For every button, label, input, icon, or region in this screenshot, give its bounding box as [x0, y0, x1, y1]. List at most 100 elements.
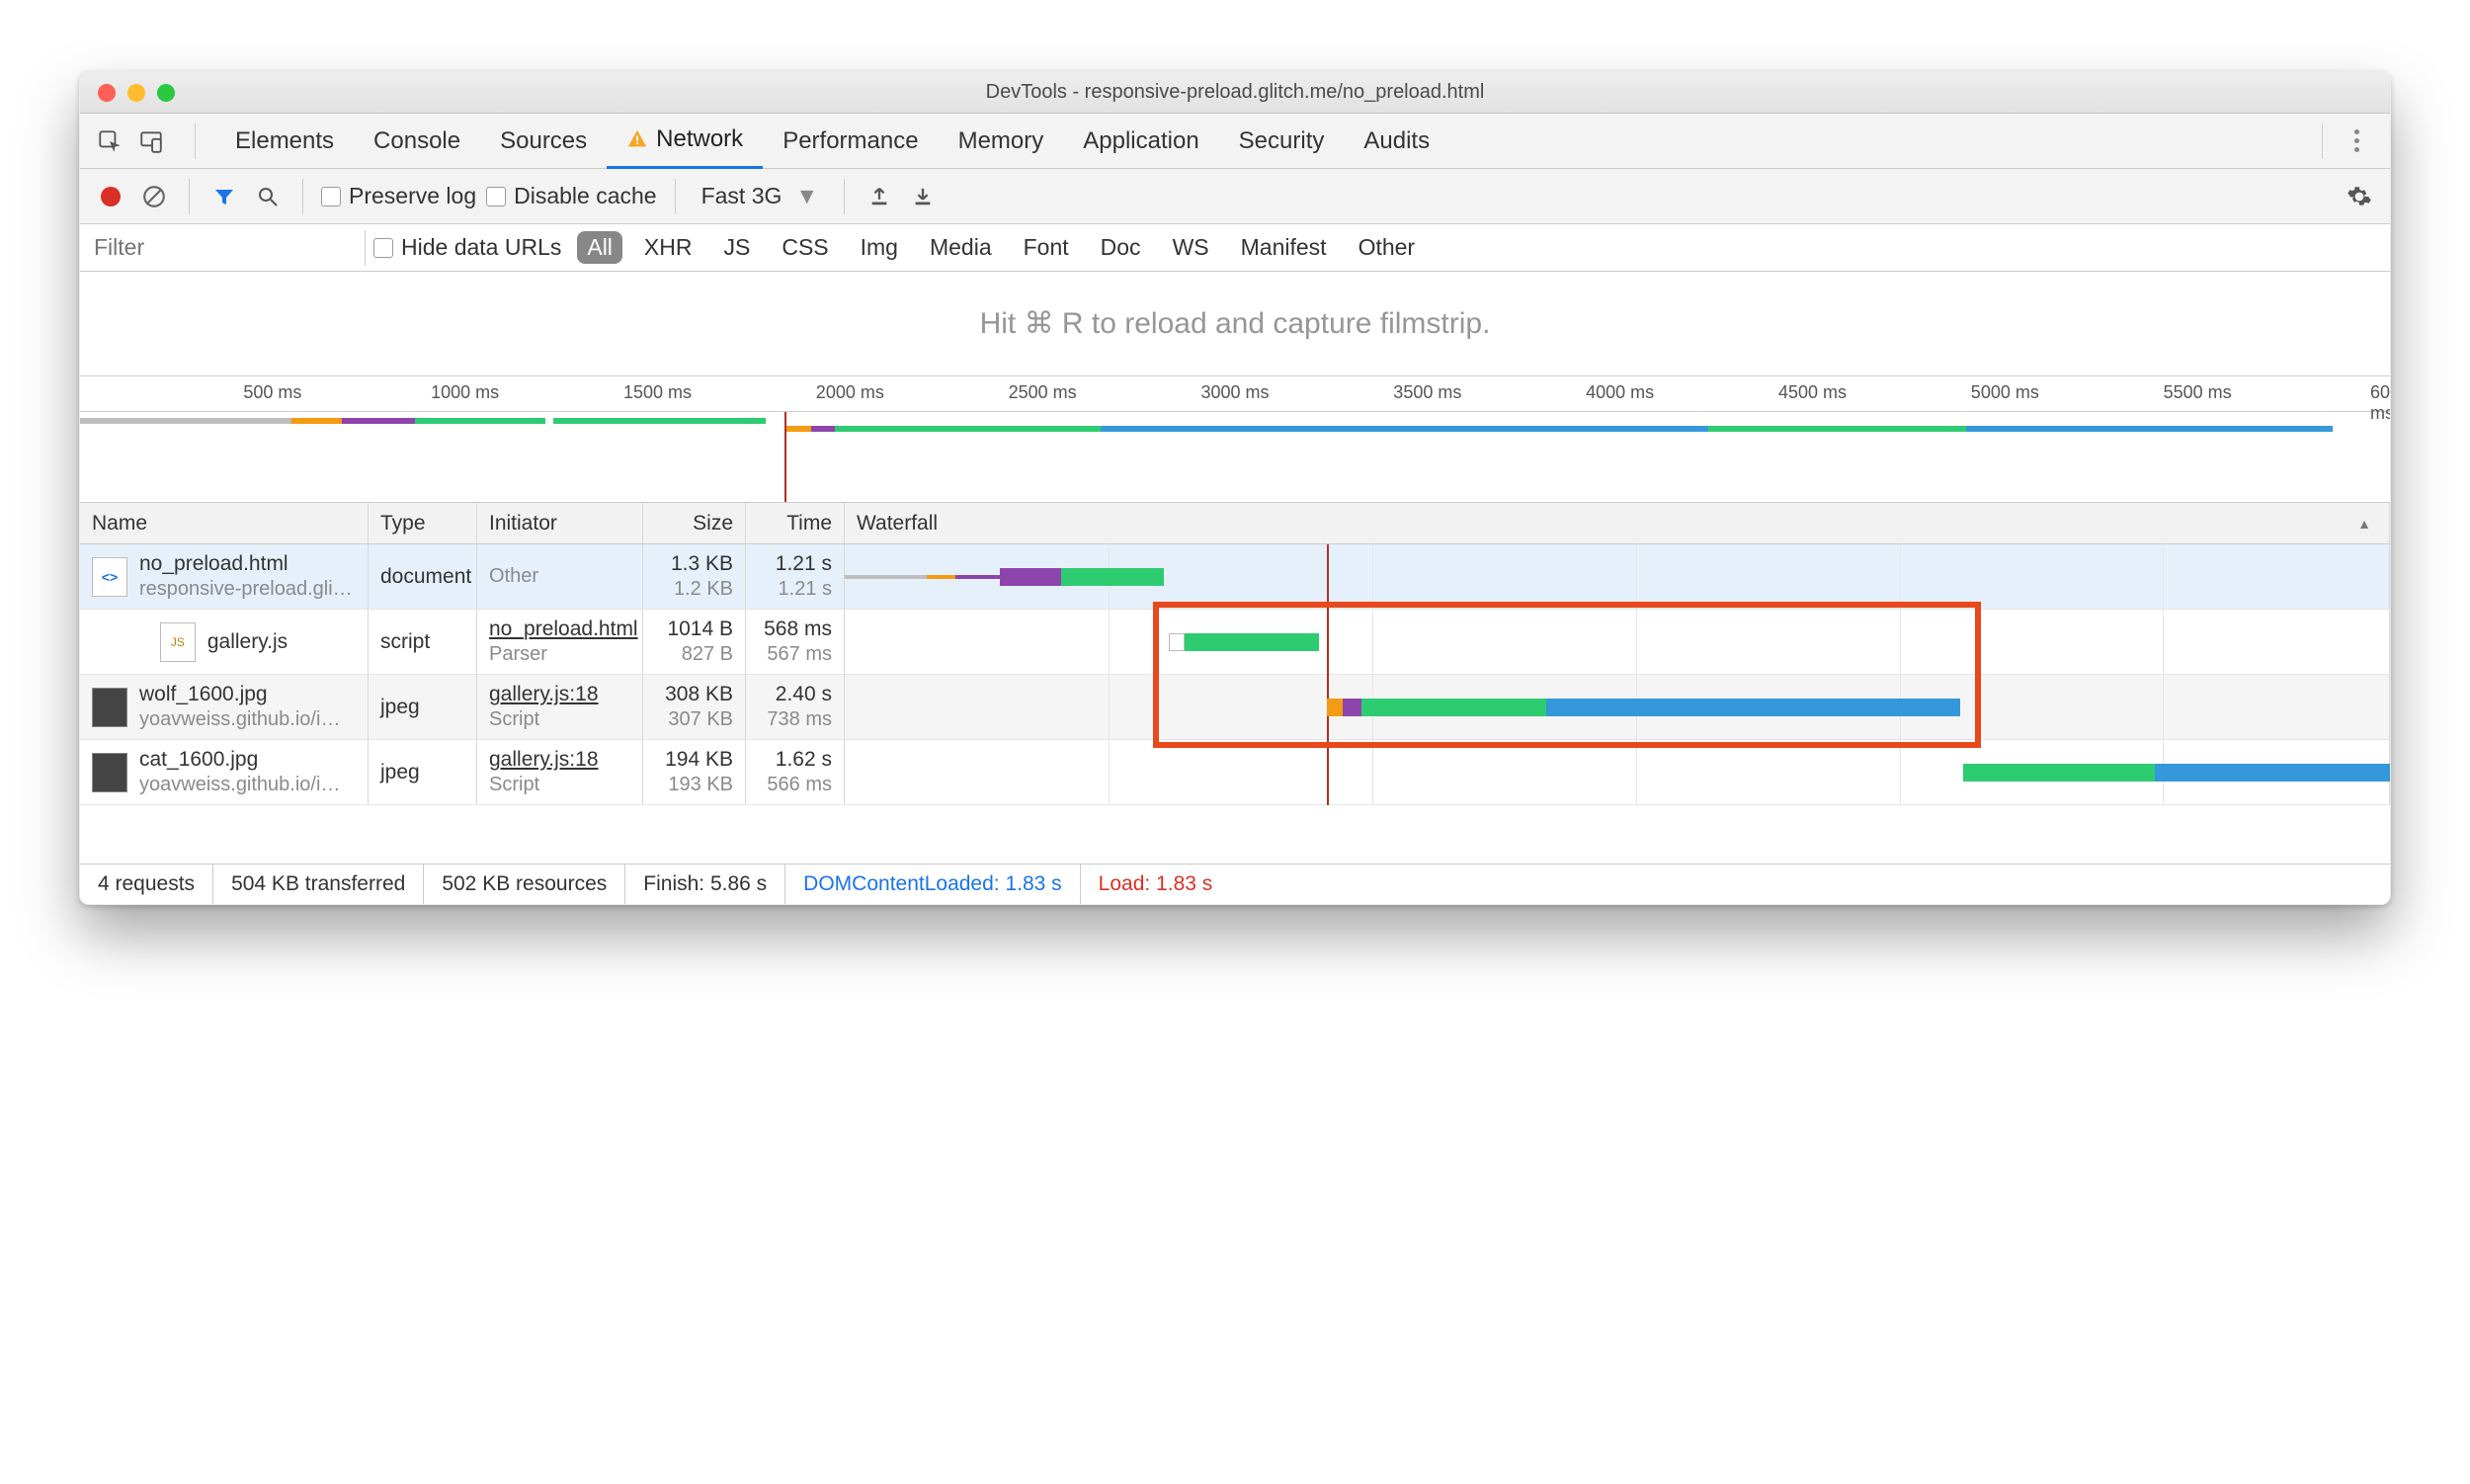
request-name: gallery.js	[207, 630, 288, 654]
tab-label: Audits	[1363, 127, 1430, 155]
hide-data-urls-checkbox[interactable]: Hide data URLs	[373, 234, 561, 261]
sort-asc-icon: ▲	[2357, 516, 2371, 532]
export-har-icon[interactable]	[906, 180, 940, 213]
request-size: 1014 B	[667, 618, 733, 641]
request-initiator-sub: Script	[489, 774, 539, 796]
col-initiator[interactable]: Initiator	[477, 503, 643, 543]
col-waterfall[interactable]: Waterfall▲	[845, 503, 2390, 543]
request-name: cat_1600.jpg	[139, 748, 356, 772]
filter-type-manifest[interactable]: Manifest	[1231, 231, 1337, 264]
request-time: 2.40 s	[776, 683, 832, 706]
status-load: Load: 1.83 s	[1081, 865, 1231, 904]
request-initiator-sub: Parser	[489, 643, 547, 666]
filter-type-img[interactable]: Img	[851, 231, 908, 264]
request-initiator[interactable]: no_preload.html	[489, 618, 638, 641]
overview-tick: 5000 ms	[1971, 382, 2039, 403]
request-initiator[interactable]: gallery.js:18	[489, 748, 599, 772]
separator	[195, 124, 196, 159]
waterfall-segment	[1343, 699, 1361, 716]
filter-type-doc[interactable]: Doc	[1091, 231, 1151, 264]
throttling-select[interactable]: Fast 3G ▼	[694, 183, 827, 209]
col-size[interactable]: Size	[643, 503, 746, 543]
waterfall-segment	[1000, 568, 1060, 586]
tab-console[interactable]: Console	[354, 114, 480, 169]
tab-performance[interactable]: Performance	[763, 114, 938, 169]
request-size-sub: 193 KB	[668, 774, 733, 796]
request-type: jpeg	[369, 740, 477, 804]
network-overview[interactable]: 500 ms1000 ms1500 ms2000 ms2500 ms3000 m…	[80, 376, 2390, 503]
tab-label: Network	[656, 125, 743, 153]
request-name: wolf_1600.jpg	[139, 683, 356, 706]
waterfall-segment	[1546, 699, 1960, 716]
tab-label: Console	[373, 127, 460, 155]
waterfall-segment	[1185, 633, 1319, 651]
overview-tick: 1000 ms	[431, 382, 499, 403]
panel-tabs: Elements Console Sources Network Performance…	[80, 114, 2390, 169]
request-size: 194 KB	[665, 748, 733, 772]
tab-label: Application	[1083, 127, 1198, 155]
status-resources: 502 KB resources	[424, 865, 625, 904]
tab-label: Sources	[500, 127, 587, 155]
request-initiator[interactable]: gallery.js:18	[489, 683, 599, 706]
image-icon	[92, 688, 127, 727]
overview-tick: 6000 ms	[2370, 382, 2391, 424]
zoom-window-button[interactable]	[157, 84, 175, 102]
request-table: Name Type Initiator Size Time Waterfall▲…	[80, 503, 2390, 865]
tab-security[interactable]: Security	[1219, 114, 1345, 169]
tab-elements[interactable]: Elements	[215, 114, 354, 169]
inspect-element-icon[interactable]	[94, 125, 125, 157]
request-size-sub: 307 KB	[668, 708, 733, 731]
filter-type-media[interactable]: Media	[920, 231, 1002, 264]
tab-network[interactable]: Network	[607, 114, 763, 169]
filter-input[interactable]	[80, 224, 357, 271]
tab-application[interactable]: Application	[1063, 114, 1218, 169]
minimize-window-button[interactable]	[127, 84, 145, 102]
filter-type-font[interactable]: Font	[1014, 231, 1079, 264]
col-type[interactable]: Type	[369, 503, 477, 543]
more-menu-icon[interactable]	[2343, 129, 2370, 152]
filmstrip-hint: Hit ⌘ R to reload and capture filmstrip.	[980, 306, 1491, 341]
overview-tick: 3500 ms	[1393, 382, 1461, 403]
hide-data-urls-label: Hide data URLs	[401, 234, 561, 261]
preserve-log-checkbox[interactable]: Preserve log	[321, 183, 476, 209]
filter-toggle-icon[interactable]	[207, 180, 241, 213]
request-time-sub: 1.21 s	[779, 578, 832, 601]
status-requests: 4 requests	[80, 865, 213, 904]
overview-segment	[1966, 426, 2332, 432]
tab-memory[interactable]: Memory	[939, 114, 1064, 169]
devtools-window: DevTools - responsive-preload.glitch.me/…	[79, 71, 2391, 905]
disable-cache-checkbox[interactable]: Disable cache	[486, 183, 656, 209]
overview-segment	[784, 426, 811, 432]
request-domain: yoavweiss.github.io/ima…	[139, 774, 356, 796]
filter-type-xhr[interactable]: XHR	[634, 231, 702, 264]
settings-gear-icon[interactable]	[2343, 180, 2376, 213]
status-transferred: 504 KB transferred	[213, 865, 424, 904]
record-button[interactable]	[94, 180, 127, 213]
clear-button[interactable]	[137, 180, 171, 213]
device-toolbar-icon[interactable]	[135, 125, 167, 157]
overview-segment	[80, 418, 291, 424]
disable-cache-label: Disable cache	[514, 183, 656, 209]
filter-type-ws[interactable]: WS	[1163, 231, 1219, 264]
col-time[interactable]: Time	[746, 503, 845, 543]
network-toolbar: Preserve log Disable cache Fast 3G ▼	[80, 169, 2390, 224]
overview-tick: 5500 ms	[2164, 382, 2232, 403]
request-type: script	[369, 610, 477, 674]
request-domain: yoavweiss.github.io/ima…	[139, 708, 356, 731]
status-domcontentloaded: DOMContentLoaded: 1.83 s	[785, 865, 1081, 904]
col-name[interactable]: Name	[80, 503, 369, 543]
close-window-button[interactable]	[98, 84, 116, 102]
search-icon[interactable]	[251, 180, 285, 213]
import-har-icon[interactable]	[863, 180, 896, 213]
chevron-down-icon: ▼	[795, 183, 818, 209]
request-time-sub: 567 ms	[767, 643, 832, 666]
tab-audits[interactable]: Audits	[1344, 114, 1449, 169]
request-type: document	[369, 544, 477, 609]
request-size: 1.3 KB	[671, 552, 733, 576]
filter-type-js[interactable]: JS	[713, 231, 760, 264]
filter-type-other[interactable]: Other	[1349, 231, 1426, 264]
filter-type-all[interactable]: All	[577, 231, 622, 264]
tab-label: Security	[1239, 127, 1325, 155]
filter-type-css[interactable]: CSS	[772, 231, 838, 264]
tab-sources[interactable]: Sources	[480, 114, 607, 169]
